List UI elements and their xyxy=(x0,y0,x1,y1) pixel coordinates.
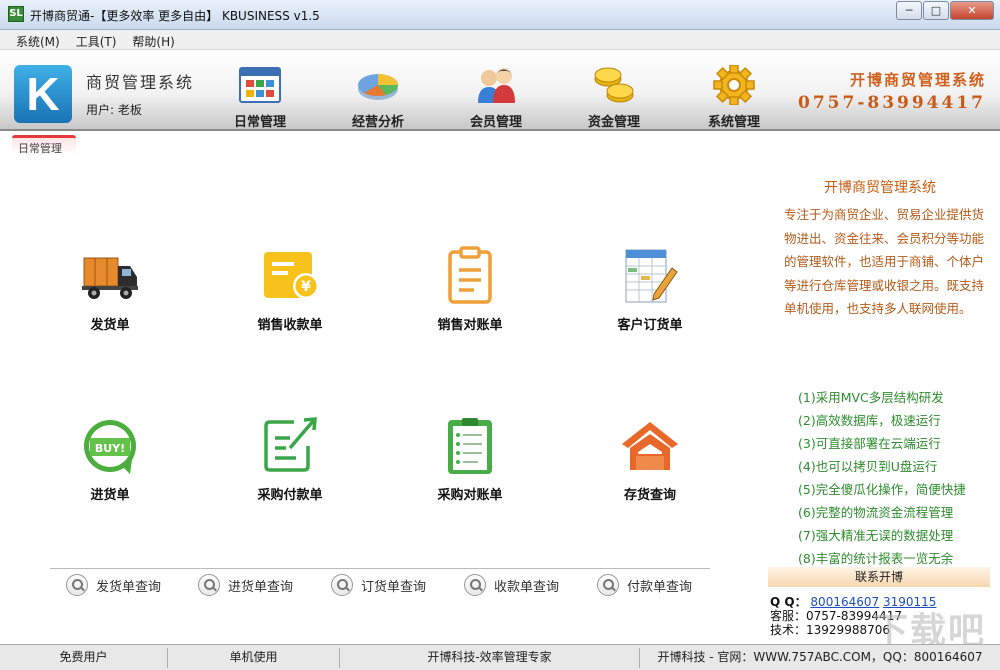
coins-icon xyxy=(594,67,634,103)
truck-icon xyxy=(82,257,138,299)
header-toolbar: K 商贸管理系统 用户: 老板 日常管理 经营分析 会员管理 资金管理 系统管理… xyxy=(0,51,1000,131)
tile-sales-statement[interactable]: 销售对账单 xyxy=(410,246,530,346)
contact-header: 联系开博 xyxy=(768,567,990,587)
search-icon xyxy=(198,574,220,596)
pie-chart-icon xyxy=(358,74,398,100)
svg-text:¥: ¥ xyxy=(301,279,311,295)
feature-item: (2)高效数据库，极速运行 xyxy=(798,413,941,428)
query-label: 收款单查询 xyxy=(494,579,560,595)
tile-label: 客户订货单 xyxy=(617,318,683,333)
nav-member-management[interactable]: 会员管理 xyxy=(446,51,546,131)
feature-item: (7)强大精准无误的数据处理 xyxy=(798,528,954,543)
order-sheet-icon xyxy=(625,249,678,303)
app-icon: SL xyxy=(8,6,24,22)
menu-tools[interactable]: 工具(T) xyxy=(70,30,123,49)
brand-name: 开博商贸管理系统 xyxy=(849,71,986,89)
feature-item: (5)完全傻瓜化操作，简便快捷 xyxy=(798,482,966,497)
query-purchase-order[interactable]: 进货单查询 xyxy=(198,573,293,597)
menu-system[interactable]: 系统(M) xyxy=(10,30,66,49)
tile-label: 销售对账单 xyxy=(437,318,503,333)
tab-daily-management[interactable]: 日常管理 xyxy=(12,135,76,155)
tile-label: 发货单 xyxy=(90,318,130,333)
buy-badge-icon: BUY! xyxy=(84,420,136,474)
tile-label: 销售收款单 xyxy=(257,318,323,333)
feature-item: (1)采用MVC多层结构研发 xyxy=(798,390,944,405)
system-name: 商贸管理系统 xyxy=(86,73,195,92)
feature-item: (8)丰富的统计报表一览无余 xyxy=(798,551,954,566)
tile-shipping-order[interactable]: 发货单 xyxy=(50,246,170,346)
nav-label: 会员管理 xyxy=(469,115,522,130)
query-receipt[interactable]: 收款单查询 xyxy=(464,573,559,597)
calendar-icon xyxy=(239,67,281,103)
clipboard-icon xyxy=(448,246,492,304)
status-license: 免费用户 xyxy=(0,648,168,668)
window-controls: ─ □ ✕ xyxy=(895,1,994,20)
svg-text:BUY!: BUY! xyxy=(95,442,125,455)
brand-phone: 0757-83994417 xyxy=(798,93,986,113)
logo-k-icon: K xyxy=(14,65,72,123)
tile-purchase-payment[interactable]: 采购付款单 xyxy=(230,416,350,516)
search-icon xyxy=(464,574,486,596)
query-label: 付款单查询 xyxy=(627,579,693,595)
window-title: 开博商贸通-【更多效率 更多自由】 KBUSINESS v1.5 xyxy=(30,9,320,23)
nav-business-analysis[interactable]: 经营分析 xyxy=(328,51,428,131)
members-icon xyxy=(478,68,515,103)
receipt-yen-icon: ¥ xyxy=(264,252,319,299)
tile-label: 进货单 xyxy=(90,488,130,503)
tile-label: 采购付款单 xyxy=(257,488,323,503)
status-bar: 免费用户 单机使用 开博科技-效率管理专家 开博科技 - 官网：WWW.757A… xyxy=(0,644,1000,670)
menu-bar: 系统(M) 工具(T) 帮助(H) xyxy=(0,30,1000,50)
nav-label: 资金管理 xyxy=(587,115,640,130)
checklist-clipboard-icon xyxy=(448,418,492,474)
tile-customer-order[interactable]: 客户订货单 xyxy=(590,246,710,346)
nav-label: 日常管理 xyxy=(233,115,286,130)
nav-system-management[interactable]: 系统管理 xyxy=(684,51,784,131)
feature-item: (4)也可以拷贝到U盘运行 xyxy=(798,459,938,474)
status-mode: 单机使用 xyxy=(168,648,340,668)
minimize-button[interactable]: ─ xyxy=(896,1,922,20)
status-website: 开博科技 - 官网：WWW.757ABC.COM，QQ：800164607 xyxy=(657,650,983,664)
query-label: 订货单查询 xyxy=(361,579,427,595)
nav-fund-management[interactable]: 资金管理 xyxy=(564,51,664,131)
close-button[interactable]: ✕ xyxy=(950,1,994,20)
nav-label: 系统管理 xyxy=(707,115,760,130)
tile-label: 存货查询 xyxy=(623,488,676,503)
tile-sales-receipt[interactable]: ¥ 销售收款单 xyxy=(230,246,350,346)
info-description: 专注于为商贸企业、贸易企业提供货物进出、资金往来、会员积分等功能的管理软件，也适… xyxy=(784,207,985,316)
title-bar: SL 开博商贸通-【更多效率 更多自由】 KBUSINESS v1.5 ─ □ … xyxy=(0,0,1000,30)
maximize-button[interactable]: □ xyxy=(923,1,949,20)
tile-label: 采购对账单 xyxy=(437,488,503,503)
search-icon xyxy=(597,574,619,596)
status-slogan: 开博科技-效率管理专家 xyxy=(340,648,640,668)
search-icon xyxy=(66,574,88,596)
tile-purchase-order[interactable]: BUY! 进货单 xyxy=(50,416,170,516)
gear-icon xyxy=(713,65,755,105)
query-customer-order[interactable]: 订货单查询 xyxy=(331,573,426,597)
warehouse-icon xyxy=(622,422,678,470)
tech-label: 技术： xyxy=(770,623,807,637)
query-divider xyxy=(50,568,710,569)
feature-item: (3)可直接部署在云端运行 xyxy=(798,436,941,451)
query-label: 发货单查询 xyxy=(96,579,162,595)
tile-purchase-statement[interactable]: 采购对账单 xyxy=(410,416,530,516)
search-icon xyxy=(331,574,353,596)
query-payment[interactable]: 付款单查询 xyxy=(597,573,692,597)
info-title: 开博商贸管理系统 xyxy=(824,180,936,196)
tile-inventory-query[interactable]: 存货查询 xyxy=(590,416,710,516)
edit-document-icon xyxy=(264,417,317,472)
feature-item: (6)完整的物流资金流程管理 xyxy=(798,505,954,520)
menu-help[interactable]: 帮助(H) xyxy=(126,30,180,49)
current-user: 用户: 老板 xyxy=(86,103,142,117)
query-shipping-order[interactable]: 发货单查询 xyxy=(66,573,161,597)
nav-daily-management[interactable]: 日常管理 xyxy=(210,51,310,131)
nav-label: 经营分析 xyxy=(351,115,404,130)
query-label: 进货单查询 xyxy=(228,579,294,595)
